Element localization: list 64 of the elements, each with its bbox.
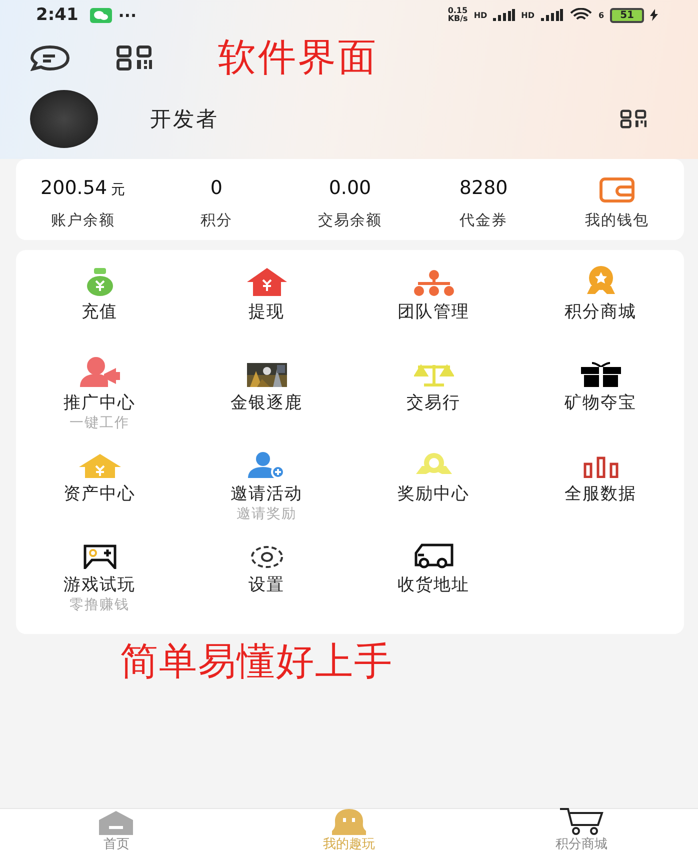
medal-icon	[584, 266, 616, 296]
person-megaphone-icon	[78, 357, 122, 387]
status-time: 2:41	[36, 5, 78, 25]
menu-label[interactable]: 推广中心	[64, 391, 136, 414]
tab[interactable]: 积分商城	[465, 809, 698, 855]
signal-label: HD	[521, 10, 534, 20]
stat-label: 积分	[200, 211, 232, 230]
wallet-icon[interactable]	[599, 177, 636, 203]
menu-sublabel: 邀请奖励	[236, 505, 296, 523]
menu-label[interactable]: 提现	[248, 300, 284, 323]
caption-text: 软件界面	[218, 34, 378, 81]
menu-label[interactable]: 矿物夺宝	[564, 391, 636, 414]
scale-icon	[414, 363, 454, 387]
wifi-icon	[568, 8, 592, 22]
stat-value: 0	[210, 177, 222, 199]
house-icon	[246, 268, 286, 296]
unit-label: 元	[111, 181, 126, 199]
menu-label[interactable]: 充值	[82, 300, 118, 323]
charging-icon	[650, 9, 658, 21]
menu-label[interactable]: 金银逐鹿	[230, 391, 302, 414]
menu-label[interactable]: 奖励中心	[398, 482, 470, 505]
truck-icon	[414, 543, 454, 569]
wallet-label[interactable]: 我的钱包	[585, 211, 650, 230]
signal-icon	[540, 9, 562, 21]
gift-icon	[580, 361, 622, 387]
network-speed: 0.15 KB/s	[448, 7, 468, 23]
menu-label[interactable]: 设置	[248, 573, 284, 596]
stat-label: 代金券	[460, 211, 508, 230]
menu-label[interactable]: 游戏试玩	[64, 573, 136, 596]
caption-text: 简单易懂好上手	[120, 638, 393, 685]
menu-label[interactable]: 全服数据	[564, 482, 636, 505]
menu-label[interactable]: 邀请活动	[230, 482, 302, 505]
money-bag-icon	[84, 268, 114, 296]
wifi-label: 6	[598, 10, 604, 20]
stat-value: 8280	[459, 177, 508, 199]
stat-label: 账户余额	[50, 211, 115, 230]
game-controller-icon	[82, 543, 118, 569]
menu-label[interactable]: 收货地址	[398, 573, 470, 596]
add-user-icon	[248, 452, 286, 478]
more-notifications: ···	[118, 6, 137, 24]
username: 开发者	[150, 106, 219, 133]
menu-sublabel: 一键工作	[70, 414, 130, 432]
tab[interactable]: 首页	[0, 809, 233, 855]
chat-app-icon	[90, 8, 112, 22]
signal-label: HD	[474, 10, 488, 20]
stat-value: 0.00	[328, 177, 372, 199]
qr-code-icon[interactable]	[620, 108, 648, 130]
menu-sublabel: 零撸赚钱	[70, 596, 130, 614]
message-icon[interactable]	[30, 44, 70, 70]
cart-icon	[560, 807, 604, 835]
bar-chart-icon	[582, 456, 618, 478]
org-chart-icon	[414, 270, 454, 296]
battery-level: 51	[610, 8, 644, 22]
menu-label[interactable]: 交易行	[406, 391, 460, 414]
stat-label: 交易余额	[318, 211, 382, 230]
house-coin-icon	[78, 454, 120, 478]
settings-icon	[250, 545, 284, 569]
stat-value: 200.54	[40, 177, 108, 199]
menu-label[interactable]: 团队管理	[398, 300, 470, 323]
menu-label[interactable]: 积分商城	[564, 300, 636, 323]
signal-icon	[493, 9, 516, 21]
menu-label[interactable]: 资产中心	[64, 482, 136, 505]
qr-code-icon[interactable]	[116, 44, 154, 70]
home-icon	[99, 811, 134, 835]
